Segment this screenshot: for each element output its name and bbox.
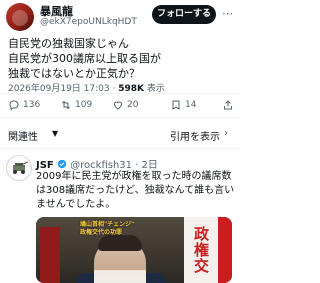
more-dots-icon[interactable]: ⋯ <box>222 7 233 20</box>
like-action[interactable]: 20 <box>112 99 138 111</box>
reply-icon <box>9 100 19 111</box>
post-text-line-3: 独裁ではないとか正気か？ <box>8 67 140 80</box>
divider-top <box>0 93 240 94</box>
image-red-stripe <box>218 217 232 283</box>
action-bar: 136 109 20 14 <box>0 95 240 115</box>
bookmark-icon <box>172 100 180 110</box>
verified-badge-icon <box>57 159 67 169</box>
repost-action[interactable]: 109 <box>60 99 92 111</box>
reply-author-avatar[interactable] <box>6 155 32 181</box>
like-icon <box>113 101 123 110</box>
reply-count: 136 <box>23 100 41 110</box>
repost-count: 109 <box>75 100 93 110</box>
post-text: 自民党の独裁国家じゃん 自民党が300議席以上取る国が 独裁ではないとか正気か？ <box>8 36 234 81</box>
image-caption: 鳩山首相"チェンジ" 政権交代の功罪 <box>80 221 135 236</box>
divider-related <box>0 148 240 149</box>
reply-attached-image[interactable]: 鳩山首相"チェンジ" 政権交代の功罪 政権交 <box>36 217 232 283</box>
image-left-panel <box>40 227 60 283</box>
reply-text: 2009年に民主党が政権を取った時の議席数は308議席だったけど、独裁なんて誰も… <box>36 171 235 210</box>
divider-actions <box>0 117 240 118</box>
author-avatar[interactable] <box>6 3 34 31</box>
follow-button[interactable]: フォローする <box>152 5 216 24</box>
author-handle[interactable]: @ekX7epoUNLkqHDT <box>40 17 137 27</box>
chevron-down-icon[interactable]: ▼ <box>52 129 58 138</box>
post-text-line-2: 自民党が300議席以上取る国が <box>8 52 161 65</box>
reply-action[interactable]: 136 <box>8 99 40 111</box>
bookmark-action[interactable]: 14 <box>170 99 196 111</box>
reply-header: JSF @rockfish31 · 2日 <box>36 156 158 171</box>
post-text-line-1: 自民党の独裁国家じゃん <box>8 37 129 50</box>
like-count: 20 <box>127 100 139 110</box>
share-icon <box>224 100 232 110</box>
image-person-hair <box>98 235 142 251</box>
image-banner-text: 政権交 <box>184 217 218 283</box>
view-quotes-link[interactable]: 引用を表示 <box>170 128 220 143</box>
reply-avatar-image <box>13 161 29 174</box>
share-action[interactable] <box>222 99 234 111</box>
bookmark-count: 14 <box>185 100 197 110</box>
sort-relevance-dropdown[interactable]: 関連性 <box>8 128 38 143</box>
repost-icon <box>62 100 70 110</box>
chevron-right-icon[interactable]: › <box>224 128 228 139</box>
